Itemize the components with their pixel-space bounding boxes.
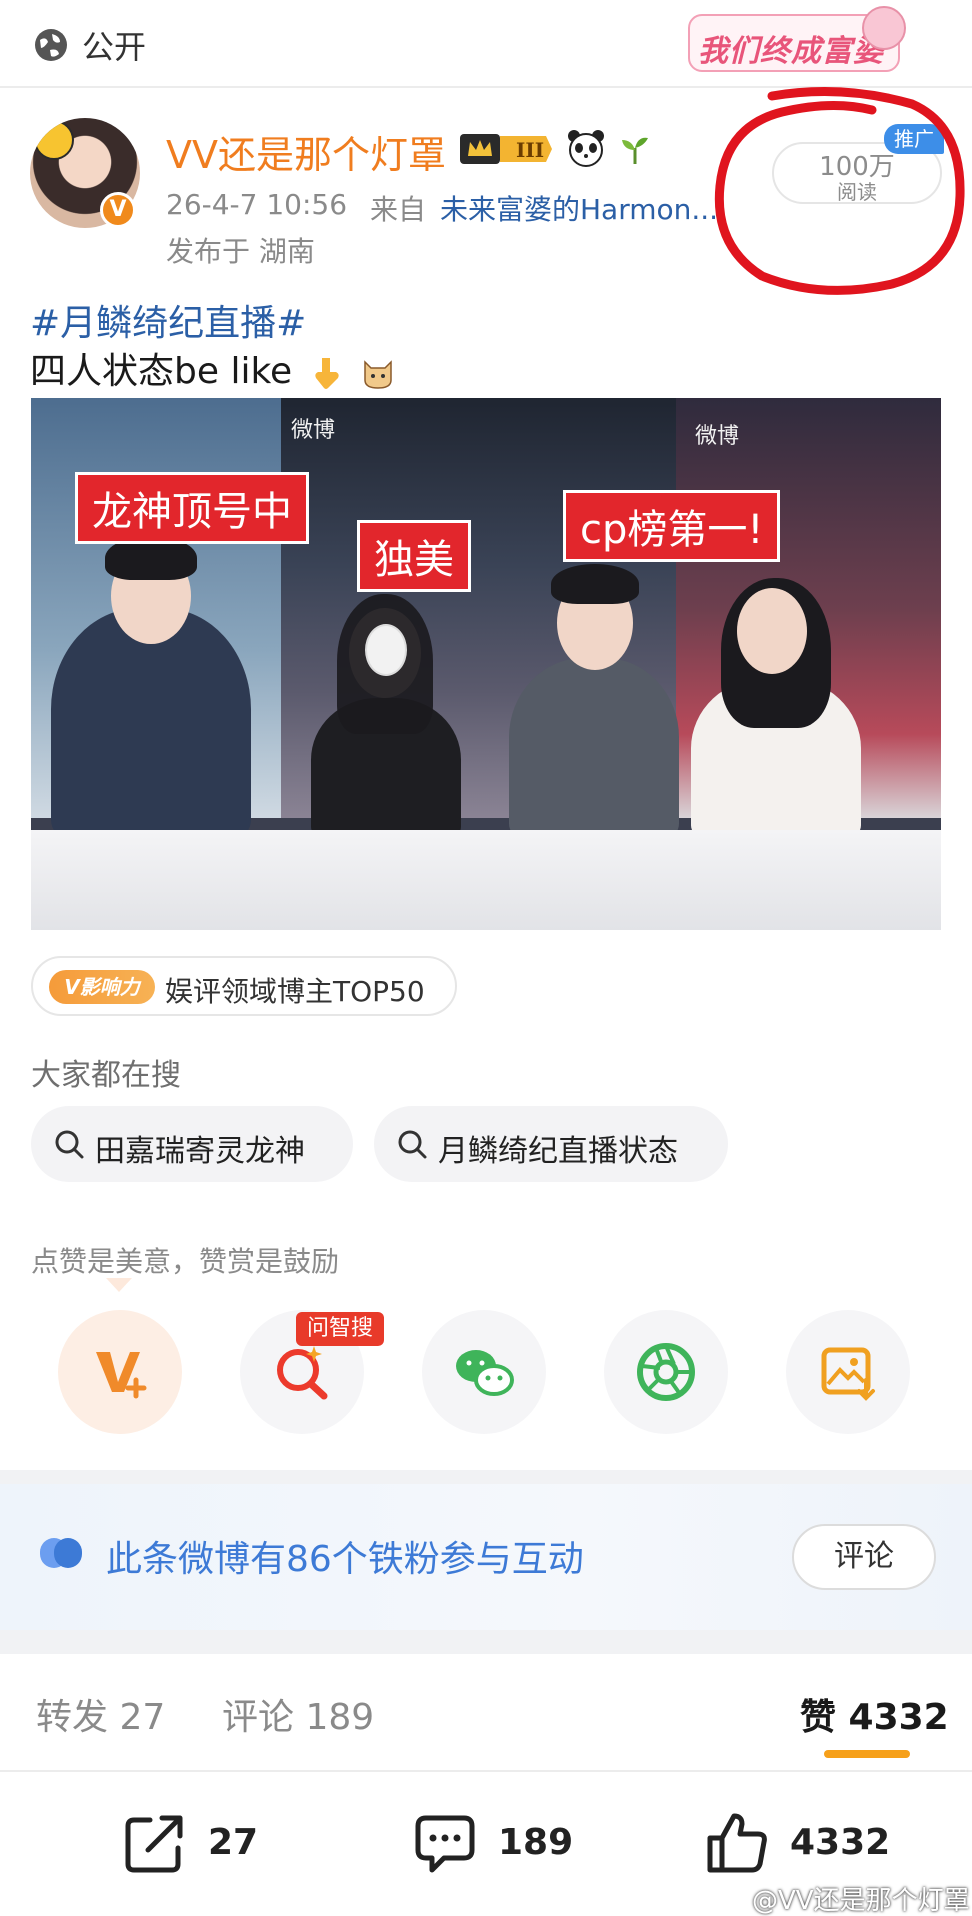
post-location: 发布于 湖南 <box>166 235 315 268</box>
ai-search-badge: 问智搜 <box>296 1312 384 1346</box>
section-divider <box>0 1470 972 1484</box>
fan-bubble-icon <box>40 1538 82 1568</box>
watermark: @VV还是那个灯罩 <box>752 1886 970 1916</box>
person-3 <box>509 658 679 838</box>
read-count-label: 阅读 <box>837 180 877 204</box>
weibo-logo: 微博 <box>291 418 336 443</box>
table <box>31 830 941 930</box>
tab-divider <box>0 1770 972 1772</box>
search-chip[interactable]: 月鳞绮纪直播状态 <box>374 1106 728 1182</box>
comment-count: 189 <box>498 1822 574 1863</box>
search-chip[interactable]: 田嘉瑞寄灵龙神 <box>31 1106 353 1182</box>
top-bar: 公开 我们终成富婆 <box>0 0 972 88</box>
visibility-label[interactable]: 公开 <box>82 22 146 68</box>
person-3-hair <box>551 564 639 604</box>
sprout-icon <box>622 137 648 164</box>
search-icon <box>55 1130 84 1159</box>
pig-icon <box>862 6 906 50</box>
influence-text: 娱评领域博主TOP50 <box>165 975 425 1008</box>
lucky-badge-icon <box>34 120 74 160</box>
ai-search-icon <box>277 1346 328 1400</box>
point-down-emoji-icon <box>314 358 339 389</box>
comment-button-bottom[interactable]: 189 <box>414 1812 604 1876</box>
search-section-title: 大家都在搜 <box>31 1058 181 1093</box>
post-text-row: 四人状态be like <box>30 342 395 394</box>
v-plus-button[interactable] <box>58 1310 182 1434</box>
influence-chip[interactable]: V影响力 娱评领域博主TOP50 <box>31 956 457 1016</box>
v-plus-icon <box>96 1352 147 1399</box>
repost-button[interactable]: 27 <box>124 1812 294 1876</box>
theme-badge-label: 我们终成富婆 <box>698 34 884 69</box>
reward-pointer <box>106 1278 132 1292</box>
post-photo[interactable]: 微博 微博 龙神顶号中 独美 cp榜第一! <box>31 398 941 930</box>
repost-count: 27 <box>208 1822 259 1863</box>
like-button[interactable]: 4332 <box>706 1812 906 1876</box>
influence-tag: V影响力 <box>49 970 155 1004</box>
thumbs-up-icon <box>707 1813 767 1873</box>
tab-comments[interactable]: 评论 189 <box>222 1688 374 1740</box>
weibo-logo: 微博 <box>695 424 740 449</box>
moments-icon <box>637 1343 695 1401</box>
like-count: 4332 <box>790 1822 891 1863</box>
topic-hashtag[interactable]: #月鳞绮纪直播# <box>30 294 306 346</box>
wechat-icon <box>456 1350 514 1396</box>
photo-caption-2: 独美 <box>357 520 471 592</box>
post-text: 四人状态be like <box>30 351 293 392</box>
post-source-link[interactable]: 未来富婆的Harmon... <box>440 188 720 228</box>
photo-caption-3: cp榜第一! <box>563 490 781 562</box>
comment-icon <box>415 1815 475 1873</box>
globe-icon <box>35 29 67 61</box>
save-image-icon <box>821 1347 875 1401</box>
active-tab-indicator <box>824 1750 910 1758</box>
reward-text: 点赞是美意，赞赏是鼓励 <box>31 1245 340 1278</box>
tab-likes[interactable]: 赞 4332 <box>800 1688 949 1740</box>
from-label: 来自 <box>370 193 427 226</box>
verified-badge: V <box>100 192 136 228</box>
theme-badge[interactable]: 我们终成富婆 <box>688 6 906 72</box>
search-chip-label: 月鳞绮纪直播状态 <box>438 1134 678 1169</box>
member-crown-icon: III <box>460 134 552 164</box>
section-divider <box>0 1630 972 1654</box>
person-4-head <box>737 588 807 674</box>
moments-share-button[interactable] <box>604 1310 728 1434</box>
fan-interaction-text: 此条微博有86个铁粉参与互动 <box>106 1539 584 1580</box>
panda-icon <box>568 130 604 167</box>
photo-caption-1: 龙神顶号中 <box>75 472 309 544</box>
search-chip-label: 田嘉瑞寄灵龙神 <box>95 1134 305 1169</box>
fan-interaction-banner: 此条微博有86个铁粉参与互动 评论 <box>0 1484 972 1630</box>
author-name[interactable]: VV还是那个灯罩 <box>166 124 446 179</box>
cat-emoji-icon <box>364 360 392 389</box>
comment-button[interactable]: 评论 <box>792 1524 936 1590</box>
share-icon <box>125 1815 183 1873</box>
tab-repost[interactable]: 转发 27 <box>36 1688 165 1740</box>
hand-fan <box>365 624 407 676</box>
search-icon <box>398 1130 427 1159</box>
svg-text:III: III <box>516 138 544 162</box>
post-time: 26-4-7 10:56 <box>166 188 348 221</box>
wechat-share-button[interactable] <box>422 1310 546 1434</box>
promote-tag[interactable]: 推广 <box>884 124 944 154</box>
save-image-button[interactable] <box>786 1310 910 1434</box>
